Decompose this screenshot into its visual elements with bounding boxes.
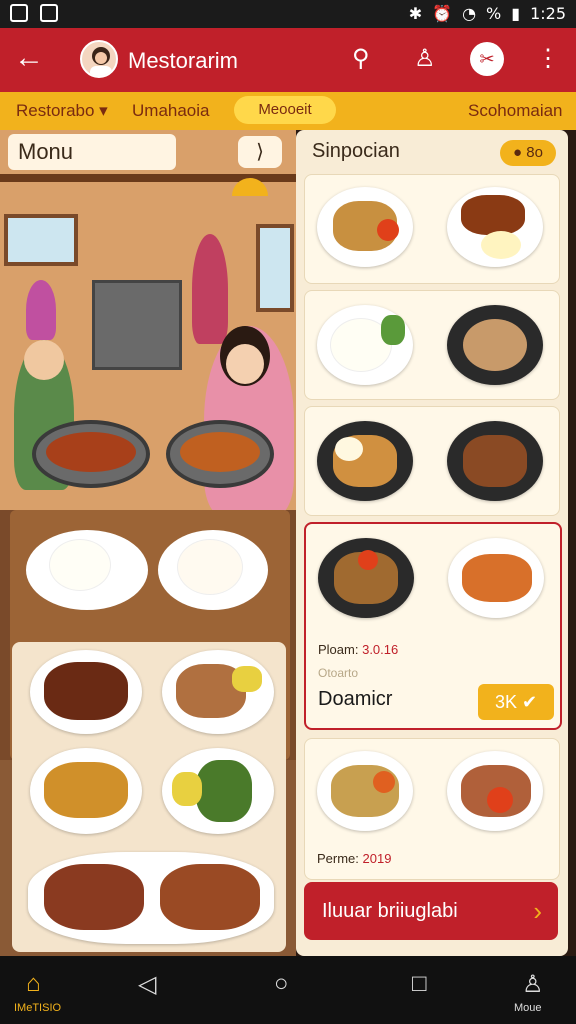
dish-image xyxy=(318,538,414,618)
app-title: Mestorarim xyxy=(128,48,239,73)
bluetooth-icon: ✱ xyxy=(408,4,423,23)
restaurant-illustration-pane: Monu ⟩ xyxy=(0,130,296,956)
menu-card[interactable] xyxy=(304,174,560,284)
dish-image xyxy=(317,305,413,385)
dish-image xyxy=(317,751,413,831)
battery-percent: % xyxy=(486,4,502,23)
rice-plate xyxy=(26,530,148,610)
hotpot-bowl xyxy=(166,420,274,488)
tab-umahaoia[interactable]: Umahaoia xyxy=(132,101,210,121)
dish-image xyxy=(317,421,413,501)
expand-button[interactable]: ⟩ xyxy=(238,136,282,168)
count-badge[interactable]: ● 8o xyxy=(500,140,556,166)
tab-restorabo[interactable]: Restorabo ▾ xyxy=(16,101,108,121)
panel-title: Sinpocian xyxy=(312,140,400,162)
dish-image xyxy=(447,751,543,831)
roast-meat-platter[interactable] xyxy=(28,852,274,944)
system-nav-bar: ⌂ IMeTISIO ◁ ○ □ ♙ Moue xyxy=(0,956,576,1024)
food-counter xyxy=(92,280,182,370)
profile-nav-label: Moue xyxy=(514,1002,542,1014)
window xyxy=(256,224,294,312)
price-value: 3.0.16 xyxy=(362,642,399,657)
hotpot-bowl xyxy=(32,420,150,488)
share-button[interactable]: ✂ xyxy=(470,42,504,76)
image-icon xyxy=(40,4,58,22)
notification-icon xyxy=(10,4,28,22)
person-figure xyxy=(26,280,56,340)
sausage-dish[interactable] xyxy=(162,650,274,734)
green-bean-dish[interactable] xyxy=(162,748,274,834)
menu-card-selected[interactable]: Ploam: 3.0.16 Otoarto Doamicr 3K ✔ xyxy=(304,522,562,730)
rice-plate xyxy=(158,530,268,610)
chevron-right-icon: › xyxy=(533,896,542,926)
clock: 1:25 xyxy=(530,4,566,23)
menu-card[interactable] xyxy=(304,290,560,400)
avatar[interactable] xyxy=(80,40,118,78)
price-value: 2019 xyxy=(362,851,392,866)
food-grid xyxy=(12,642,286,952)
dish-name: Doamicr xyxy=(318,688,393,710)
home-app-icon[interactable]: ⌂ xyxy=(26,970,41,998)
dish-image xyxy=(447,305,543,385)
recent-apps-icon[interactable]: □ xyxy=(412,970,427,998)
tab-scohomaian[interactable]: Scohomaian xyxy=(468,101,563,121)
avatar-image xyxy=(90,47,112,76)
menu-search-field[interactable]: Monu xyxy=(8,134,176,170)
back-nav-icon[interactable]: ◁ xyxy=(138,970,156,999)
dish-image xyxy=(448,538,544,618)
profile-icon[interactable]: ♙ xyxy=(414,44,436,73)
category-tabs: Restorabo ▾ Umahaoia Meooeit Scohomaian xyxy=(0,92,576,130)
dish-image xyxy=(447,421,543,501)
status-bar: ✱ ⏰ ◔ % ▮ 1:25 xyxy=(0,0,576,28)
dish-image xyxy=(447,187,543,267)
more-options-icon[interactable]: ⋮ xyxy=(536,44,560,73)
search-icon[interactable]: ⚲ xyxy=(352,44,370,73)
home-nav-icon[interactable]: ○ xyxy=(274,970,289,998)
fried-snack-dish[interactable] xyxy=(30,748,142,834)
wifi-icon: ◔ xyxy=(462,4,477,23)
tab-meooeit[interactable]: Meooeit xyxy=(234,96,336,124)
meatball-dish[interactable] xyxy=(30,650,142,734)
battery-icon: ▮ xyxy=(511,4,521,23)
alarm-icon: ⏰ xyxy=(432,4,453,23)
person-figure xyxy=(192,234,228,344)
dish-image xyxy=(317,187,413,267)
price-label: Perme: 2019 xyxy=(317,851,392,866)
home-app-label: IMeTISIO xyxy=(14,1002,62,1014)
price-label: Ploam: 3.0.16 xyxy=(318,642,399,657)
back-button[interactable]: ← xyxy=(14,40,44,76)
window xyxy=(4,214,78,266)
checkout-button[interactable]: Iluuar briiuglabi › xyxy=(304,882,558,940)
menu-card[interactable] xyxy=(304,406,560,516)
menu-card[interactable]: Perme: 2019 xyxy=(304,738,560,880)
app-bar: ← Mestorarim ⚲ ♙ ✂ ⋮ xyxy=(0,28,576,92)
subtitle-text: Otoarto xyxy=(318,666,359,680)
menu-panel: Sinpocian ● 8o Ploam: 3.0.16 Otoarto Doa… xyxy=(296,130,568,956)
profile-nav-icon[interactable]: ♙ xyxy=(522,970,544,999)
quantity-button[interactable]: 3K ✔ xyxy=(478,684,554,720)
checkout-label: Iluuar briiuglabi xyxy=(322,900,458,922)
